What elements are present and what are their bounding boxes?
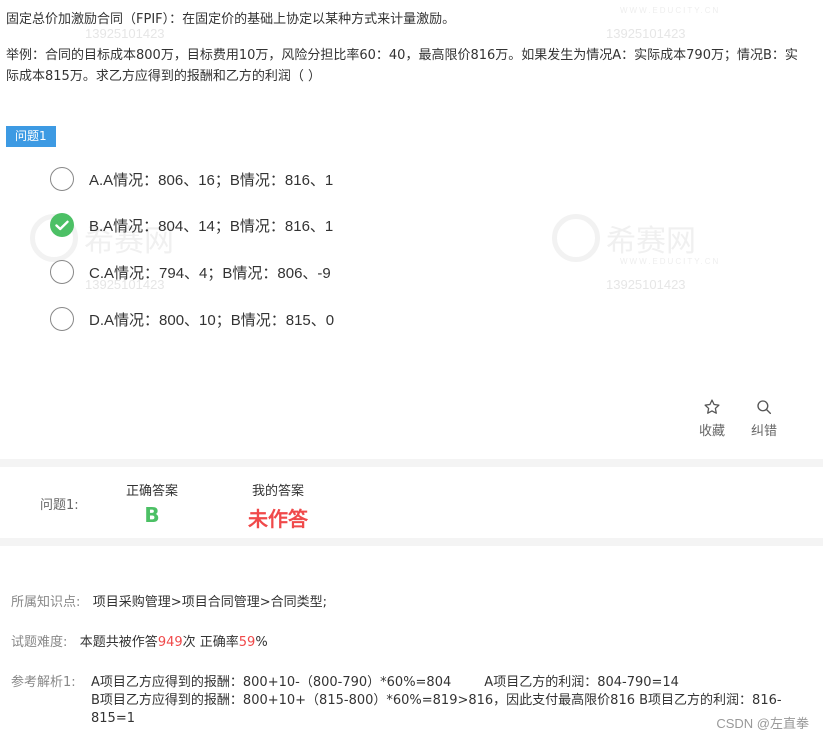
question-example: 举例：合同的目标成本800万，目标费用10万，风险分担比率60：40，最高限价8… <box>6 48 798 84</box>
watermark-phone: 13925101423 <box>606 26 686 41</box>
option-label: D.A情况：800、10；B情况：815、0 <box>89 311 335 329</box>
star-icon <box>704 399 720 414</box>
knowledge-value: 项目采购管理>项目合同管理>合同类型; <box>92 595 327 610</box>
option-label: C.A情况：794、4；B情况：806、-9 <box>89 264 331 282</box>
difficulty-prefix: 本题共被作答 <box>79 635 158 650</box>
divider <box>0 538 823 546</box>
option-label: A.A情况：806、16；B情况：816、1 <box>89 171 334 189</box>
radio-unchecked-icon[interactable] <box>50 167 74 191</box>
correct-rate: 59 <box>238 635 256 650</box>
question-title: 固定总价加激励合同（FPIF）：在固定价的基础上协定以某种方式来计量激励。 <box>6 12 456 27</box>
option-c[interactable]: C.A情况：794、4；B情况：806、-9 <box>50 258 331 286</box>
watermark-url: WWW.EDUCITY.CN <box>620 257 721 266</box>
difficulty-label: 试题难度: <box>11 635 68 650</box>
favorite-button[interactable]: 收藏 <box>694 398 730 439</box>
option-b[interactable]: B.A情况：804、14；B情况：816、1 <box>50 211 333 239</box>
question-tag: 问题1 <box>6 126 56 147</box>
watermark-logo: 希赛网 <box>552 214 696 262</box>
correct-answer-caption: 正确答案 <box>126 484 179 499</box>
answer-row-label: 问题1: <box>40 498 79 513</box>
my-answer: 我的答案 未作答 <box>248 480 308 532</box>
radio-unchecked-icon[interactable] <box>50 307 74 331</box>
option-label: B.A情况：804、14；B情况：816、1 <box>89 217 334 235</box>
difficulty: 试题难度: 本题共被作答949次 正确率59% <box>11 634 268 652</box>
report-error-button[interactable]: 纠错 <box>746 398 782 439</box>
difficulty-mid: 次 正确率 <box>182 635 239 650</box>
answer-count: 949 <box>157 635 183 650</box>
analysis-label: 参考解析1: <box>11 675 76 690</box>
divider <box>0 459 823 467</box>
radio-unchecked-icon[interactable] <box>50 260 74 284</box>
my-answer-value: 未作答 <box>248 507 308 531</box>
knowledge-point: 所属知识点: 项目采购管理>项目合同管理>合同类型; <box>11 594 327 612</box>
analysis: 参考解析1: A项目乙方应得到的报酬：800+10-（800-790）*60%=8… <box>11 674 811 728</box>
search-icon <box>757 400 772 415</box>
option-a[interactable]: A.A情况：806、16；B情况：816、1 <box>50 165 333 193</box>
correct-answer-value: B <box>144 503 160 527</box>
radio-checked-icon[interactable] <box>50 213 74 237</box>
analysis-line-2: B项目乙方应得到的报酬：800+10+（815-800）*60%=819>816… <box>91 693 782 726</box>
knowledge-label: 所属知识点: <box>11 595 81 610</box>
favorite-label: 收藏 <box>698 424 725 439</box>
my-answer-caption: 我的答案 <box>251 484 304 499</box>
csdn-watermark: CSDN @左直拳 <box>716 716 809 731</box>
option-d[interactable]: D.A情况：800、10；B情况：815、0 <box>50 305 334 333</box>
watermark-url: WWW.EDUCITY.CN <box>620 6 721 15</box>
correct-answer: 正确答案 B <box>126 480 178 527</box>
analysis-line-1: A项目乙方应得到的报酬：800+10-（800-790）*60%=804 A项目… <box>91 675 679 690</box>
watermark-phone: 13925101423 <box>606 277 686 292</box>
report-error-label: 纠错 <box>750 424 777 439</box>
difficulty-suffix: % <box>255 635 268 650</box>
